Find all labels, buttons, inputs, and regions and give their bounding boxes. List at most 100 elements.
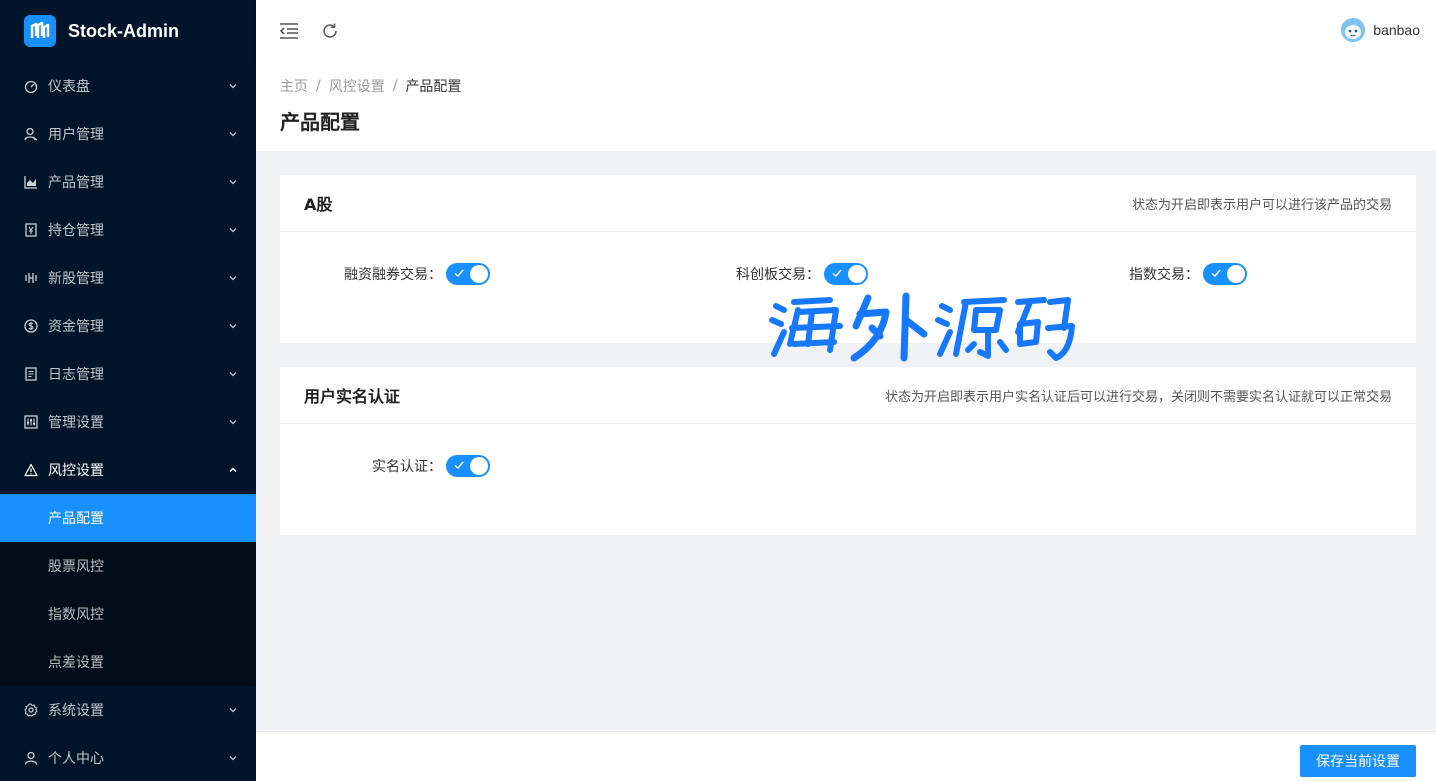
sidebar-item-label: 产品管理 <box>48 175 104 191</box>
field-label: 融资融券交易： <box>344 267 442 283</box>
breadcrumb: 主页 / 风控设置 / 产品配置 <box>280 76 461 96</box>
log-icon <box>24 367 38 381</box>
avatar <box>1341 18 1366 42</box>
sidebar-item-system-settings[interactable]: 系统设置 <box>0 686 256 734</box>
sidebar-item-label: 用户管理 <box>48 127 104 143</box>
star-market-switch[interactable] <box>824 263 868 285</box>
sidebar-item-label: 个人中心 <box>48 751 104 767</box>
footer-bar: 保存当前设置 <box>256 731 1436 781</box>
sidebar-item-risk-settings[interactable]: 风控设置 <box>0 446 256 494</box>
sidebar-item-label: 仪表盘 <box>48 79 90 95</box>
sidebar-item-fund-manage[interactable]: 资金管理 <box>0 302 256 350</box>
watermark <box>768 288 1078 368</box>
chevron-down-icon <box>228 129 238 139</box>
sidebar-item-label: 管理设置 <box>48 415 104 431</box>
realname-switch[interactable] <box>446 455 490 477</box>
sidebar-item-position-manage[interactable]: 持仓管理 <box>0 206 256 254</box>
page-header: 主页 / 风控设置 / 产品配置 产品配置 <box>256 62 1436 151</box>
sidebar-subitem-label: 点差设置 <box>48 655 104 671</box>
card-header: 用户实名认证 状态为开启即表示用户实名认证后可以进行交易，关闭则不需要实名认证就… <box>280 367 1416 424</box>
margin-trading-switch[interactable] <box>446 263 490 285</box>
sidebar-item-log-manage[interactable]: 日志管理 <box>0 350 256 398</box>
chevron-down-icon <box>228 369 238 379</box>
dashboard-icon <box>24 79 38 93</box>
sidebar-subitem-stock-risk[interactable]: 股票风控 <box>0 542 256 590</box>
chevron-down-icon <box>228 321 238 331</box>
menu-fold-icon[interactable] <box>278 20 300 42</box>
check-icon <box>452 458 466 472</box>
card-title: A股 <box>304 195 333 214</box>
bars-icon <box>24 271 38 285</box>
sidebar-subitem-spread-settings[interactable]: 点差设置 <box>0 638 256 686</box>
chevron-down-icon <box>228 273 238 283</box>
chevron-down-icon <box>228 225 238 235</box>
account-book-icon <box>24 223 38 237</box>
breadcrumb-separator: / <box>316 78 321 94</box>
check-icon <box>830 266 844 280</box>
sidebar-subitem-label: 指数风控 <box>48 607 104 623</box>
breadcrumb-risk-settings[interactable]: 风控设置 <box>329 76 385 96</box>
chevron-down-icon <box>228 81 238 91</box>
chevron-down-icon <box>228 705 238 715</box>
index-trading-field: 指数交易： <box>1080 263 1247 285</box>
field-label: 指数交易： <box>1129 267 1199 283</box>
field-label: 实名认证： <box>372 459 442 475</box>
card-note: 状态为开启即表示用户实名认证后可以进行交易，关闭则不需要实名认证就可以正常交易 <box>884 389 1392 405</box>
switch-knob <box>470 457 488 475</box>
app-logo-icon <box>24 15 56 47</box>
switch-knob <box>1227 265 1245 283</box>
realname-card: 用户实名认证 状态为开启即表示用户实名认证后可以进行交易，关闭则不需要实名认证就… <box>280 367 1416 535</box>
sidebar: Stock-Admin 仪表盘 用户管理 产品管理 持仓管理 新股管理 资金管理… <box>0 0 256 781</box>
card-header: A股 状态为开启即表示用户可以进行该产品的交易 <box>280 175 1416 232</box>
user-menu[interactable]: banbao <box>1341 18 1420 42</box>
setting-box-icon <box>24 415 38 429</box>
switch-knob <box>848 265 866 283</box>
switch-knob <box>470 265 488 283</box>
breadcrumb-separator: / <box>392 78 398 94</box>
sidebar-item-admin-settings[interactable]: 管理设置 <box>0 398 256 446</box>
reload-icon[interactable] <box>319 20 341 42</box>
chevron-up-icon <box>228 465 238 475</box>
user-name: banbao <box>1373 22 1420 38</box>
save-settings-button[interactable]: 保存当前设置 <box>1300 745 1416 777</box>
sidebar-subitem-label: 股票风控 <box>48 559 104 575</box>
sidebar-item-user-manage[interactable]: 用户管理 <box>0 110 256 158</box>
sidebar-item-label: 日志管理 <box>48 367 104 383</box>
sidebar-subitem-label: 产品配置 <box>48 511 104 527</box>
sidebar-item-personal-center[interactable]: 个人中心 <box>0 734 256 781</box>
sidebar-item-label: 持仓管理 <box>48 223 104 239</box>
breadcrumb-home[interactable]: 主页 <box>280 76 308 96</box>
field-label: 科创板交易： <box>736 267 820 283</box>
top-header: banbao <box>256 0 1436 62</box>
breadcrumb-current: 产品配置 <box>405 79 462 95</box>
dollar-icon <box>24 319 38 333</box>
index-trading-switch[interactable] <box>1203 263 1247 285</box>
app-title: Stock-Admin <box>68 20 180 41</box>
star-market-field: 科创板交易： <box>680 263 868 285</box>
sidebar-subitem-index-risk[interactable]: 指数风控 <box>0 590 256 638</box>
check-icon <box>1209 266 1223 280</box>
chevron-down-icon <box>228 177 238 187</box>
sidebar-item-dashboard[interactable]: 仪表盘 <box>0 62 256 110</box>
check-icon <box>452 266 466 280</box>
area-chart-icon <box>24 175 38 189</box>
realname-field: 实名认证： <box>280 455 490 477</box>
margin-trading-field: 融资融券交易： <box>280 263 490 285</box>
sidebar-item-ipo-manage[interactable]: 新股管理 <box>0 254 256 302</box>
sidebar-item-label: 系统设置 <box>48 703 104 719</box>
card-title: 用户实名认证 <box>304 387 401 406</box>
user-manage-icon <box>24 127 38 141</box>
person-icon <box>24 751 38 765</box>
risk-settings-submenu: 产品配置 股票风控 指数风控 点差设置 <box>0 494 256 686</box>
sidebar-item-product-manage[interactable]: 产品管理 <box>0 158 256 206</box>
sidebar-item-label: 资金管理 <box>48 319 104 335</box>
brand[interactable]: Stock-Admin <box>0 0 256 62</box>
chevron-down-icon <box>228 417 238 427</box>
sidebar-subitem-product-config[interactable]: 产品配置 <box>0 494 256 542</box>
card-note: 状态为开启即表示用户可以进行该产品的交易 <box>1131 197 1392 213</box>
page-title: 产品配置 <box>280 110 360 134</box>
sidebar-item-label: 风控设置 <box>48 463 104 479</box>
gear-icon <box>24 703 38 717</box>
warning-icon <box>24 463 38 477</box>
sidebar-item-label: 新股管理 <box>48 271 104 287</box>
